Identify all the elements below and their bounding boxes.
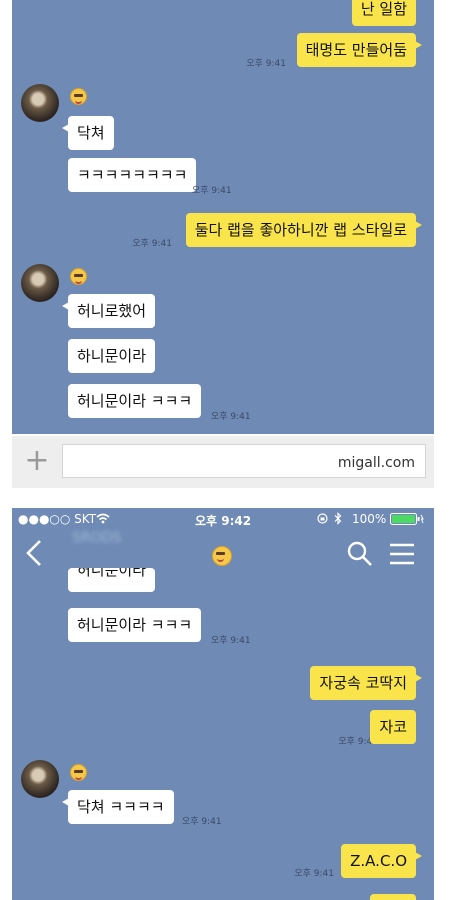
contact-avatar[interactable] <box>21 84 59 122</box>
message-bubble-out[interactable]: 자궁속 코딱지 <box>310 666 422 700</box>
status-bar: ●●●○○ SKT 오후 9:42 100% <box>12 508 434 530</box>
message-bubble-in[interactable]: 닥쳐 ㅋㅋㅋㅋ <box>62 790 174 824</box>
contact-avatar[interactable] <box>21 760 59 798</box>
message-bubble-in[interactable]: 허니로했어 <box>61 294 156 328</box>
sunglasses-emoji-icon <box>212 546 232 566</box>
orientation-lock-icon <box>317 513 328 524</box>
message-bubble-out[interactable] <box>370 894 416 900</box>
message-timestamp: 오후 9:41 <box>192 186 232 196</box>
message-text: 허니로했어 <box>77 302 147 320</box>
message-timestamp: 오후 9:41 <box>211 412 251 422</box>
watermark-text: migall.com <box>337 455 415 471</box>
wifi-icon <box>96 513 110 524</box>
message-bubble-out[interactable]: 자코 <box>370 710 416 744</box>
message-input[interactable]: migall.com <box>62 444 426 478</box>
battery-percent: 100% <box>352 512 387 526</box>
back-arrow-icon[interactable] <box>22 538 48 568</box>
message-text: 하니문이라 <box>77 347 147 365</box>
message-bubble-in[interactable]: 허니문이라 ㅋㅋㅋ <box>68 384 202 418</box>
search-icon[interactable] <box>346 540 374 568</box>
message-timestamp: 오후 9:41 <box>132 239 172 249</box>
message-text: 허니문이라 ㅋㅋㅋ <box>77 616 193 634</box>
message-bubble-in[interactable]: 허니문이라 ㅋㅋㅋ <box>68 608 202 642</box>
sunglasses-emoji-icon <box>70 268 87 285</box>
contact-avatar[interactable] <box>21 264 59 302</box>
message-timestamp: 오후 9:41 <box>211 636 251 646</box>
message-text: 자코 <box>379 718 407 736</box>
message-bubble-out[interactable]: 태명도 만들어둠 <box>296 33 423 67</box>
message-timestamp: 오후 9:41 <box>294 869 334 879</box>
message-text: Z.A.C.O <box>350 852 407 870</box>
menu-icon[interactable] <box>388 542 416 566</box>
message-bubble-out[interactable]: Z.A.C.O <box>341 844 422 878</box>
chat-screenshot-bottom: ●●●○○ SKT 오후 9:42 100% SRODS 허니문이라 허니문이라… <box>12 508 434 900</box>
bluetooth-icon <box>334 512 342 525</box>
message-bubble-out[interactable]: 둘다 랩을 좋아하니깐 랩 스타일로 <box>185 213 423 247</box>
message-bubble-in[interactable]: ㅋㅋㅋㅋㅋㅋㅋㅋ <box>68 158 197 192</box>
message-bubble-in[interactable]: 허니문이라 <box>68 568 156 592</box>
contact-name: SRODS <box>72 530 122 546</box>
message-bubble-out[interactable]: 난 일함 <box>351 0 416 26</box>
message-text: 난 일함 <box>360 0 407 18</box>
message-text: 태명도 만들어둠 <box>305 41 407 59</box>
message-input-bar: + migall.com <box>12 436 434 488</box>
message-timestamp: 오후 9:41 <box>246 59 286 69</box>
message-text: 허니문이라 <box>77 568 147 579</box>
message-text: ㅋㅋㅋㅋㅋㅋㅋㅋ <box>77 166 188 184</box>
carrier-signal: ●●●○○ SKT <box>18 512 97 526</box>
message-text: 허니문이라 ㅋㅋㅋ <box>77 392 193 410</box>
message-text: 닥쳐 <box>77 124 105 142</box>
message-timestamp: 오후 9:41 <box>182 817 222 827</box>
battery-icon <box>390 513 424 525</box>
message-bubble-in[interactable]: 닥쳐 <box>62 116 114 150</box>
add-attachment-button[interactable]: + <box>22 446 52 476</box>
sunglasses-emoji-icon <box>70 764 87 781</box>
message-bubble-in[interactable]: 하니문이라 <box>68 339 156 373</box>
message-text: 닥쳐 ㅋㅋㅋㅋ <box>77 798 165 816</box>
status-time: 오후 9:42 <box>195 514 252 528</box>
chat-screenshot-top: 난 일함 오후 9:41 태명도 만들어둠 닥쳐 ㅋㅋㅋㅋㅋㅋㅋㅋ 오후 9:4… <box>12 0 434 434</box>
message-text: 둘다 랩을 좋아하니깐 랩 스타일로 <box>194 221 407 239</box>
message-text: 자궁속 코딱지 <box>319 674 407 692</box>
sunglasses-emoji-icon <box>70 88 87 105</box>
